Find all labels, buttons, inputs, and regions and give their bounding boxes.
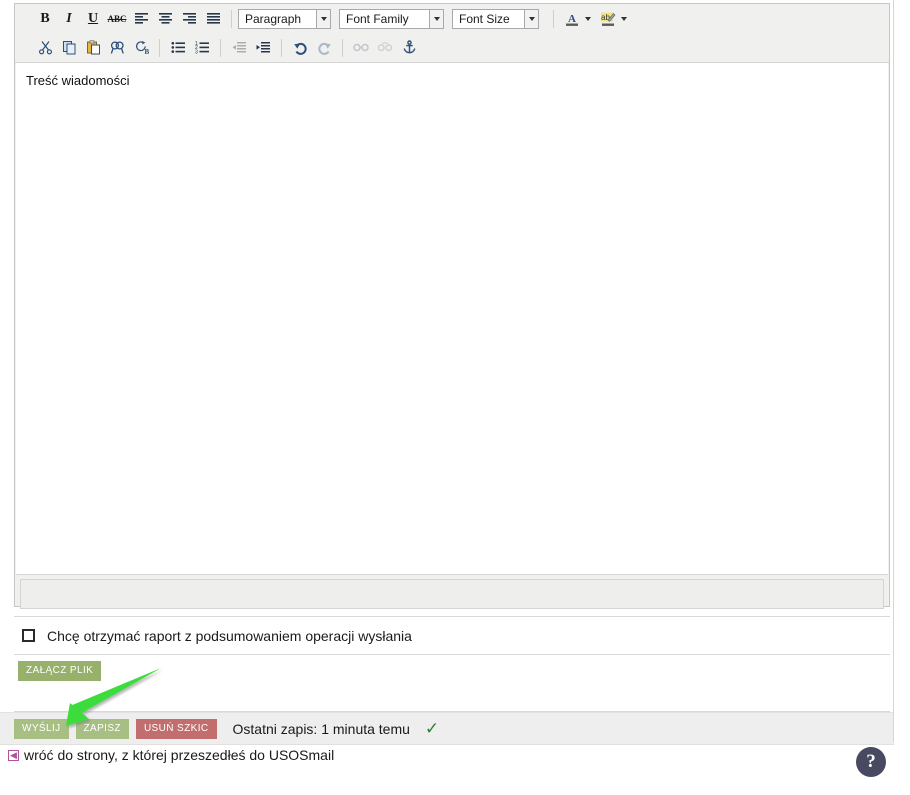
chevron-down-icon[interactable]	[524, 8, 539, 29]
align-left-icon[interactable]	[129, 8, 153, 30]
font-size-select[interactable]: Font Size	[452, 8, 539, 29]
toolbar-separator	[342, 38, 343, 57]
attachment-row: ZAŁĄCZ PLIK	[14, 655, 890, 712]
link-icon[interactable]	[349, 37, 373, 59]
find-replace-icon[interactable]: B	[129, 37, 153, 59]
redo-icon[interactable]	[312, 37, 336, 59]
cut-icon[interactable]	[33, 37, 57, 59]
underline-icon[interactable]: U	[81, 8, 105, 30]
background-color-chevron-down-icon[interactable]	[621, 16, 627, 21]
font-size-value: Font Size	[452, 8, 524, 29]
copy-icon[interactable]	[57, 37, 81, 59]
back-link-row[interactable]: ◀ wróć do strony, z której przeszedłeś d…	[8, 747, 334, 763]
paste-icon[interactable]	[81, 37, 105, 59]
usosmail-compose-page: B I U ABC Paragraph Font Family Font Siz…	[0, 0, 910, 795]
toolbar-separator	[231, 9, 232, 28]
editor-toolbar: B I U ABC Paragraph Font Family Font Siz…	[15, 4, 889, 63]
numbered-list-icon[interactable]: 1 2 3	[190, 37, 214, 59]
last-save-status: Ostatni zapis: 1 minuta temu	[232, 720, 410, 737]
indent-icon[interactable]	[251, 37, 275, 59]
toolbar-separator	[553, 9, 554, 28]
align-right-icon[interactable]	[177, 8, 201, 30]
report-option-row: Chcę otrzymać raport z podsumowaniem ope…	[14, 616, 890, 655]
rich-text-editor: B I U ABC Paragraph Font Family Font Siz…	[14, 3, 890, 609]
toolbar-separator	[281, 38, 282, 57]
back-link-label[interactable]: wróć do strony, z której przeszedłeś do …	[24, 747, 334, 763]
align-justify-icon[interactable]	[201, 8, 225, 30]
toolbar-separator	[220, 38, 221, 57]
editor-status-bar	[20, 579, 884, 609]
message-body-editable[interactable]: Treść wiadomości	[16, 63, 888, 575]
text-color-chevron-down-icon[interactable]	[585, 16, 591, 21]
font-family-value: Font Family	[339, 8, 429, 29]
help-button[interactable]: ?	[856, 747, 886, 777]
text-color-icon[interactable]: A	[560, 8, 584, 30]
report-checkbox-label: Chcę otrzymać raport z podsumowaniem ope…	[47, 627, 412, 644]
align-center-icon[interactable]	[153, 8, 177, 30]
strikethrough-icon[interactable]: ABC	[105, 8, 129, 30]
toolbar-row-editing: B 1 2 3	[15, 33, 889, 62]
toolbar-separator	[159, 38, 160, 57]
anchor-icon[interactable]	[397, 37, 421, 59]
page-right-divider	[893, 0, 894, 742]
back-arrow-icon[interactable]: ◀	[8, 749, 19, 761]
italic-icon[interactable]: I	[57, 8, 81, 30]
svg-text:3: 3	[195, 49, 198, 54]
svg-text:A: A	[568, 13, 576, 25]
outdent-icon[interactable]	[227, 37, 251, 59]
chevron-down-icon[interactable]	[429, 8, 444, 29]
message-body-text: Treść wiadomości	[26, 73, 130, 88]
unlink-icon[interactable]	[373, 37, 397, 59]
action-bar: WYŚLIJ ZAPISZ USUŃ SZKIC Ostatni zapis: …	[0, 712, 894, 745]
delete-draft-button[interactable]: USUŃ SZKIC	[135, 718, 217, 739]
undo-icon[interactable]	[288, 37, 312, 59]
bullet-list-icon[interactable]	[166, 37, 190, 59]
svg-text:B: B	[144, 48, 149, 55]
find-icon[interactable]	[105, 37, 129, 59]
toolbar-row-formatting: B I U ABC Paragraph Font Family Font Siz…	[15, 4, 889, 33]
report-checkbox[interactable]	[22, 629, 35, 642]
save-button[interactable]: ZAPISZ	[75, 718, 129, 739]
font-family-select[interactable]: Font Family	[339, 8, 444, 29]
attach-file-button[interactable]: ZAŁĄCZ PLIK	[18, 661, 102, 681]
bold-icon[interactable]: B	[33, 8, 57, 30]
chevron-down-icon[interactable]	[316, 8, 331, 29]
paragraph-style-value: Paragraph	[238, 8, 316, 29]
background-color-icon[interactable]: ab	[596, 8, 620, 30]
send-button[interactable]: WYŚLIJ	[14, 718, 69, 739]
saved-check-icon: ✓	[424, 719, 440, 738]
paragraph-style-select[interactable]: Paragraph	[238, 8, 331, 29]
